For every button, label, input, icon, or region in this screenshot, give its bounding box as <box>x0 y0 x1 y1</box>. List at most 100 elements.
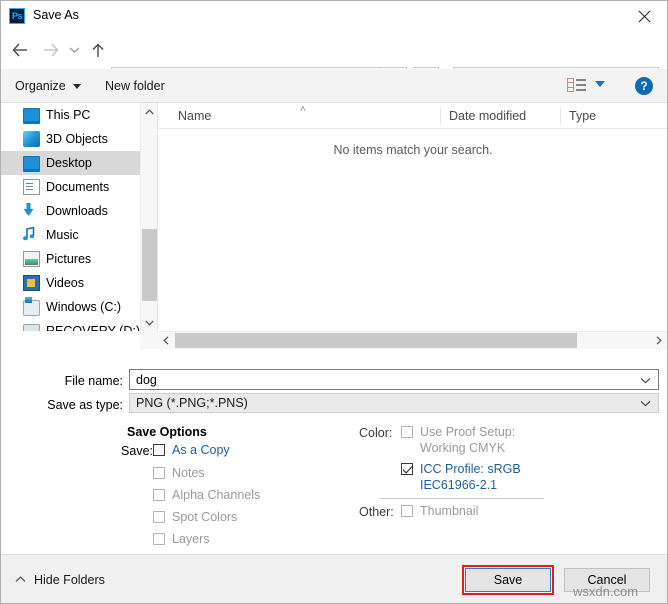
scrollbar-corner <box>140 331 157 349</box>
navigation-pane: This PC 3D Objects Desktop Documents Dow… <box>1 103 140 331</box>
checkbox-as-a-copy[interactable]: As a Copy <box>153 443 230 457</box>
column-header-type[interactable]: Type <box>560 107 596 125</box>
file-list-pane: ˄ Name Date modified Type No items match… <box>157 103 667 331</box>
save-button[interactable]: Save <box>465 568 551 592</box>
documents-icon <box>23 179 40 195</box>
other-section-label: Other: <box>359 505 394 519</box>
chevron-down-icon <box>640 377 651 383</box>
color-section-label: Color: <box>359 426 393 440</box>
file-list-horizontal-scrollbar[interactable] <box>157 331 667 349</box>
sort-ascending-icon: ˄ <box>300 104 306 115</box>
downloads-icon <box>23 203 40 219</box>
chevron-down-icon <box>72 83 81 89</box>
back-button[interactable] <box>7 37 33 63</box>
sidebar-item-label: Windows (C:) <box>46 300 122 314</box>
save-options-title: Save Options <box>127 425 207 439</box>
save-as-type-label: Save as type: <box>47 398 123 412</box>
back-arrow-icon <box>12 43 27 57</box>
checkbox-box <box>153 511 165 523</box>
this-pc-icon <box>23 107 40 124</box>
section-divider <box>379 498 544 499</box>
sidebar-scrollbar[interactable] <box>140 103 157 331</box>
checkbox-label: ICC Profile: sRGB <box>420 462 521 476</box>
checkbox-box[interactable] <box>401 463 413 475</box>
save-as-type-select[interactable]: PNG (*.PNG;*.PNS) <box>129 393 659 413</box>
sidebar-item-recovery-d[interactable]: RECOVERY (D:) <box>1 319 140 331</box>
scroll-down-button[interactable] <box>141 314 158 331</box>
desktop-icon <box>23 155 40 172</box>
save-label: Save: <box>121 444 153 458</box>
checkbox-box <box>153 533 165 545</box>
sidebar-item-label: 3D Objects <box>46 132 108 146</box>
up-arrow-icon <box>92 43 104 57</box>
file-name-value: dog <box>136 372 157 387</box>
organize-button[interactable]: Organize <box>15 76 81 96</box>
videos-icon <box>23 275 40 291</box>
file-name-input[interactable]: dog <box>129 369 659 390</box>
checkbox-box[interactable] <box>153 444 165 456</box>
scrollbar-thumb[interactable] <box>175 333 577 348</box>
toolbar: Organize New folder ? <box>1 69 667 103</box>
save-as-dialog: Ps Save As Organize New folder ? This PC… <box>0 0 668 604</box>
checkbox-box <box>401 426 413 438</box>
scroll-left-button[interactable] <box>157 332 174 349</box>
photoshop-icon: Ps <box>9 8 25 24</box>
new-folder-button[interactable]: New folder <box>105 76 165 96</box>
sidebar-item-label: This PC <box>46 108 91 122</box>
sidebar-item-label: Music <box>46 228 79 242</box>
forward-button[interactable] <box>37 37 63 63</box>
checkbox-alpha-channels: Alpha Channels <box>153 488 260 502</box>
chevron-down-icon <box>69 47 79 53</box>
column-header-date-modified[interactable]: Date modified <box>440 107 526 125</box>
icc-profile-sublabel: IEC61966-2.1 <box>420 478 498 492</box>
view-layout-icon <box>567 78 586 92</box>
use-proof-setup-sublabel: Working CMYK <box>420 441 506 455</box>
sidebar-item-downloads[interactable]: Downloads <box>1 199 140 223</box>
sidebar-item-3d-objects[interactable]: 3D Objects <box>1 127 140 151</box>
view-options-button[interactable] <box>567 78 587 93</box>
hide-folders-button[interactable]: Hide Folders <box>15 573 105 587</box>
scroll-right-button[interactable] <box>650 332 667 349</box>
sidebar-item-music[interactable]: Music <box>1 223 140 247</box>
navigation-bar: › This PC › Desktop Search Desktop <box>1 31 667 93</box>
new-folder-label: New folder <box>105 79 165 93</box>
scroll-up-button[interactable] <box>141 103 158 120</box>
up-button[interactable] <box>85 37 111 63</box>
chevron-up-icon <box>145 108 154 114</box>
checkbox-box <box>153 467 165 479</box>
save-as-type-dropdown-button[interactable] <box>640 396 651 410</box>
checkbox-layers: Layers <box>153 532 210 546</box>
pictures-icon <box>23 251 40 267</box>
checkbox-label: Layers <box>172 532 210 546</box>
checkbox-notes: Notes <box>153 466 205 480</box>
column-header-name[interactable]: Name <box>178 103 211 129</box>
sidebar-item-videos[interactable]: Videos <box>1 271 140 295</box>
scrollbar-thumb[interactable] <box>142 229 157 301</box>
sidebar-item-windows-c[interactable]: Windows (C:) <box>1 295 140 319</box>
chevron-up-icon <box>15 575 26 586</box>
sidebar-item-label: Pictures <box>46 252 92 266</box>
page-title: Save As <box>33 8 79 22</box>
file-name-dropdown-button[interactable] <box>640 373 651 387</box>
sidebar-item-desktop[interactable]: Desktop <box>1 151 140 175</box>
checkbox-thumbnail: Thumbnail <box>401 504 478 518</box>
empty-list-message: No items match your search. <box>333 143 493 157</box>
close-button[interactable] <box>621 1 667 31</box>
title-bar: Ps Save As <box>1 1 667 31</box>
organize-label: Organize <box>15 79 66 93</box>
checkbox-box <box>153 489 165 501</box>
save-as-type-value: PNG (*.PNG;*.PNS) <box>136 396 248 410</box>
sidebar-item-documents[interactable]: Documents <box>1 175 140 199</box>
sidebar-item-label: Downloads <box>46 204 108 218</box>
view-options-chevron-down-icon[interactable] <box>595 81 605 87</box>
help-icon[interactable]: ? <box>635 77 653 95</box>
sidebar-item-label: Videos <box>46 276 84 290</box>
sidebar-item-label: Desktop <box>46 156 92 170</box>
sidebar-item-this-pc[interactable]: This PC <box>1 103 140 127</box>
sidebar-item-pictures[interactable]: Pictures <box>1 247 140 271</box>
checkbox-icc-profile[interactable]: ICC Profile: sRGB <box>401 462 521 476</box>
checkbox-label: Thumbnail <box>420 504 479 518</box>
checkbox-label: Notes <box>172 466 205 480</box>
recent-locations-button[interactable] <box>65 37 83 63</box>
chevron-right-icon <box>656 336 662 345</box>
